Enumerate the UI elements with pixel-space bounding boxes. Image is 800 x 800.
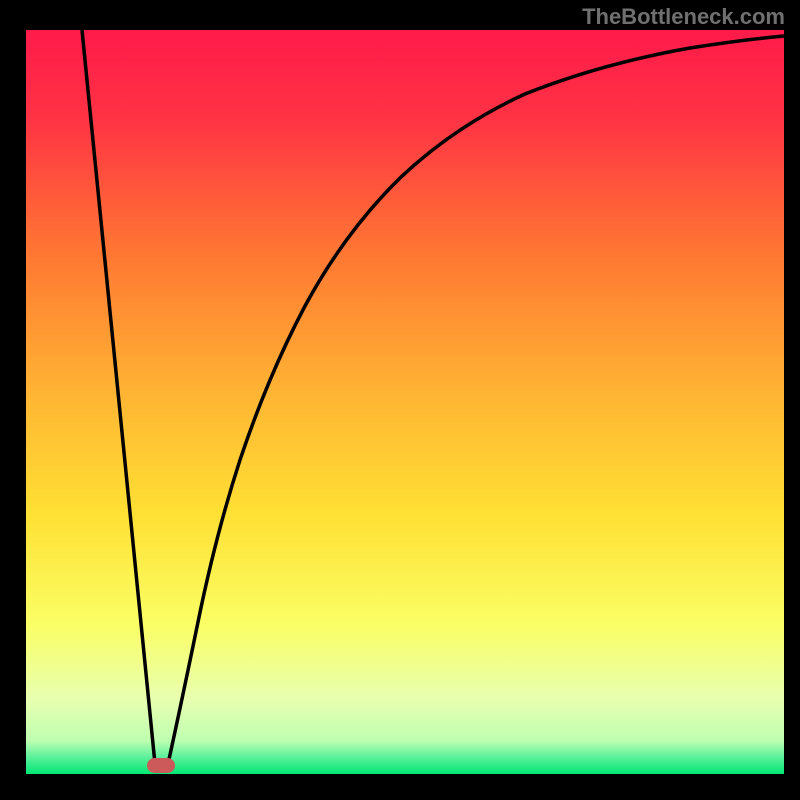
watermark-text: TheBottleneck.com bbox=[582, 4, 785, 30]
chart-container: TheBottleneck.com bbox=[0, 0, 800, 800]
marker-pill bbox=[147, 758, 175, 773]
plot-background bbox=[26, 30, 784, 774]
chart-plot bbox=[0, 0, 800, 800]
